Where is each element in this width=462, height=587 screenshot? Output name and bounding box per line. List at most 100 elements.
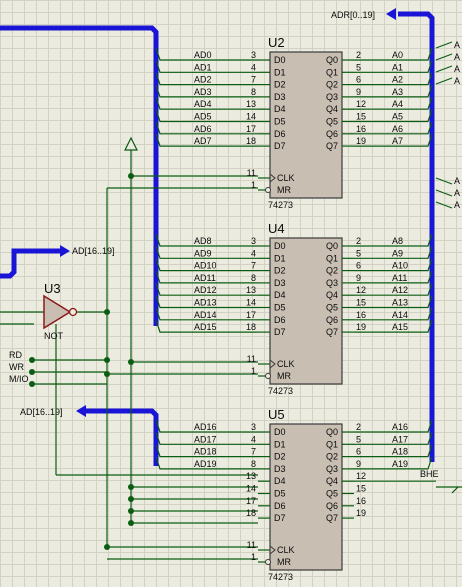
input-pin-number: 17 (246, 124, 256, 134)
input-pin-name: D3 (274, 278, 286, 288)
mio-label: M/IO (9, 374, 29, 384)
output-pin-number: 16 (356, 124, 366, 134)
input-pin-name: D7 (274, 141, 286, 151)
inverter-u3[interactable]: U3 NOT (43, 281, 78, 341)
bus-ad-left[interactable] (86, 408, 159, 466)
edge-label: A (454, 52, 460, 62)
schematic-canvas[interactable]: ADR[0..19] AD[16..19] AD[16..19] U3 NOT … (0, 0, 462, 587)
output-pin-name: Q0 (326, 427, 338, 437)
output-net-label: A4 (392, 99, 403, 109)
input-net-label: AD15 (194, 322, 217, 332)
input-pin-name: D0 (274, 241, 286, 251)
input-pin-name: D6 (274, 501, 286, 511)
rd-terminal[interactable] (29, 357, 35, 363)
output-pin-number: 5 (356, 248, 361, 258)
output-pin-number: 5 (356, 434, 361, 444)
output-net-label: A2 (392, 75, 403, 85)
right-edge-labels: A A A A A A A (454, 40, 460, 210)
edge-wire (435, 65, 453, 73)
input-net-label: AD16 (194, 422, 217, 432)
output-pin-number: 16 (356, 496, 366, 506)
wr-terminal[interactable] (29, 369, 35, 375)
inverter-part-label: NOT (44, 331, 64, 341)
input-pin-name: D2 (274, 80, 286, 90)
input-net-label: AD0 (194, 50, 212, 60)
input-net-label: AD1 (194, 62, 212, 72)
junction-dot (128, 359, 134, 365)
input-net-label: AD9 (194, 248, 212, 258)
output-pin-name: Q3 (326, 464, 338, 474)
output-net-label: A1 (392, 62, 403, 72)
input-pin-number: 8 (251, 273, 256, 283)
mio-terminal[interactable] (29, 381, 35, 387)
mr-pin-number: 1 (251, 552, 256, 562)
input-net-label: AD13 (194, 298, 217, 308)
input-pin-name: D1 (274, 253, 286, 263)
ad-right-bus-label: AD[16..19] (72, 246, 115, 256)
input-pin-number: 17 (246, 496, 256, 506)
output-pin-name: Q0 (326, 241, 338, 251)
output-pin-name: Q5 (326, 303, 338, 313)
clk-pin-number: 11 (247, 540, 256, 550)
junction-dot (104, 544, 110, 550)
output-net-label: A18 (392, 447, 408, 457)
input-pin-name: D0 (274, 55, 286, 65)
control-wires (0, 140, 258, 560)
input-pin-number: 7 (251, 75, 256, 85)
input-net-label: AD11 (194, 273, 216, 283)
input-pin-name: D2 (274, 452, 286, 462)
output-pin-number: 9 (356, 273, 361, 283)
output-pin-name: Q6 (326, 129, 338, 139)
input-net-label: AD4 (194, 99, 212, 109)
chip-u2[interactable]: U2 74273 3 D0 AD0 Q0 2 A0 4 D1 AD1 Q1 5 A1 7 D2 AD2 Q2 6 A2… (155, 35, 433, 210)
output-net-label: A8 (392, 236, 403, 246)
output-net-label: A12 (392, 285, 408, 295)
ad-left-bus-arrow (76, 405, 86, 417)
edge-label: A (454, 176, 460, 186)
input-net-label: AD19 (194, 459, 217, 469)
junction-dot (104, 371, 110, 377)
chip-ref-label: U2 (268, 35, 285, 50)
output-pin-name: Q4 (326, 290, 338, 300)
output-net-label: A5 (392, 112, 403, 122)
ad-right-bus-arrow (60, 245, 70, 257)
input-pin-name: D1 (274, 439, 286, 449)
junction-dot (128, 508, 134, 514)
inverter-body (43, 294, 72, 330)
edge-wire (435, 189, 453, 197)
output-net-label: BHE (420, 469, 439, 479)
output-pin-name: Q7 (326, 141, 338, 151)
output-pin-number: 12 (356, 285, 366, 295)
input-pin-number: 8 (251, 459, 256, 469)
input-pin-name: D1 (274, 67, 286, 77)
output-pin-number: 6 (356, 261, 361, 271)
input-pin-number: 18 (246, 508, 256, 518)
clk-pin-number: 11 (247, 168, 256, 178)
clk-pin-name: CLK (277, 545, 295, 555)
input-pin-number: 13 (246, 285, 256, 295)
chips-layer: U2742733 D0AD0 Q0 2 A04 D1AD1 Q1 5 A17 D2AD2 Q2 6 A2… (155, 35, 439, 582)
output-pin-number: 19 (356, 508, 366, 518)
output-pin-number: 5 (356, 62, 361, 72)
chip-u5[interactable]: U5 74273 3 D0 AD16 Q0 2 A16 4 D1 AD17 Q1 5 A17 7 D2 AD18… (155, 407, 439, 582)
output-pin-name: Q2 (326, 452, 338, 462)
input-pin-name: D5 (274, 117, 286, 127)
input-pin-number: 13 (246, 471, 256, 481)
input-pin-name: D3 (274, 464, 286, 474)
signal-terminals: RD WR M/IO (9, 350, 35, 387)
output-pin-number: 2 (356, 236, 361, 246)
adr-bus-arrow (386, 8, 396, 20)
output-pin-name: Q1 (326, 253, 338, 263)
edge-label: A (454, 76, 460, 86)
bus-ad-right-arrow[interactable] (0, 248, 64, 279)
mr-pin-number: 1 (251, 180, 256, 190)
bus-adr-right[interactable] (398, 11, 435, 462)
output-pin-name: Q3 (326, 278, 338, 288)
input-pin-number: 3 (251, 50, 256, 60)
input-net-label: AD14 (194, 310, 217, 320)
output-pin-name: Q1 (326, 67, 338, 77)
input-net-label: AD18 (194, 447, 217, 457)
output-pin-number: 9 (356, 459, 361, 469)
chip-u4[interactable]: U4 74273 3 D0 AD8 Q0 2 A8 4 D1 AD9 Q1 5 A9 7 D2 AD10 Q2 6 A… (155, 221, 433, 396)
input-pin-number: 13 (246, 99, 256, 109)
